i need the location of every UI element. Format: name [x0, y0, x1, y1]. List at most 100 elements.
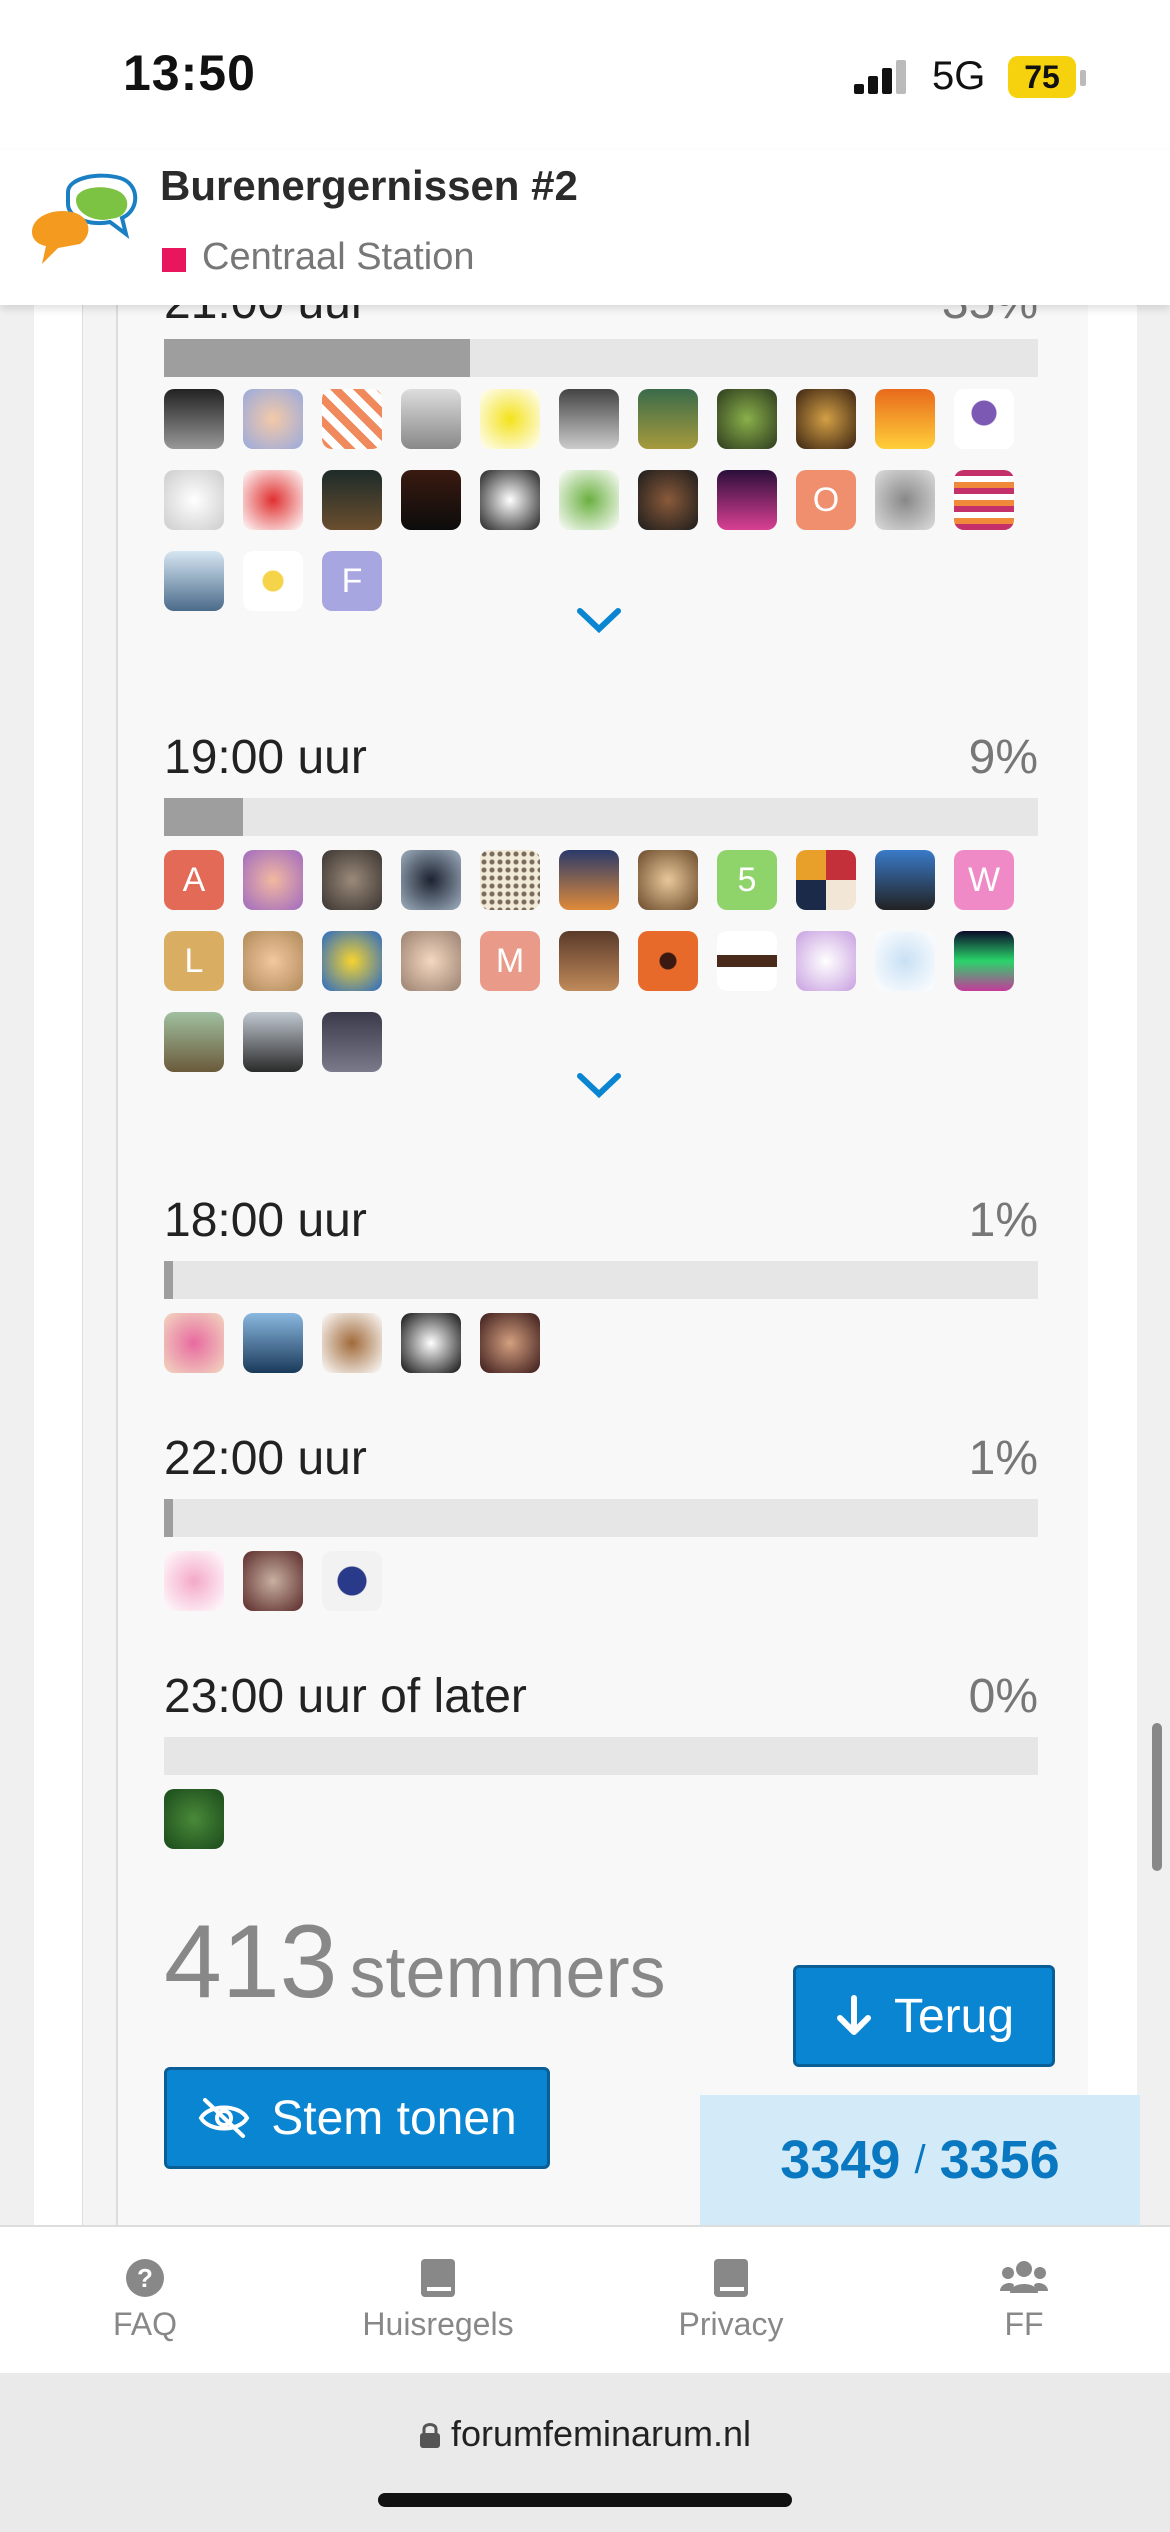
option-bar-fill — [164, 339, 470, 377]
voter-avatar[interactable] — [164, 389, 224, 449]
voter-avatar[interactable] — [559, 931, 619, 991]
topic-header[interactable]: Burenergernissen #2 Centraal Station — [0, 150, 1170, 305]
voter-avatar[interactable] — [164, 551, 224, 611]
show-vote-label: Stem tonen — [271, 2091, 517, 2145]
voter-avatar[interactable] — [164, 1551, 224, 1611]
voter-avatar[interactable] — [638, 931, 698, 991]
voter-avatar[interactable] — [796, 850, 856, 910]
voter-avatar[interactable] — [243, 850, 303, 910]
voter-avatar[interactable] — [164, 1313, 224, 1373]
voter-avatar[interactable] — [322, 1313, 382, 1373]
voter-avatar[interactable] — [638, 850, 698, 910]
voter-avatar[interactable]: W — [954, 850, 1014, 910]
voter-avatar[interactable] — [164, 470, 224, 530]
voter-avatar[interactable] — [401, 389, 461, 449]
voter-avatar[interactable] — [717, 931, 777, 991]
forum-logo-icon[interactable] — [28, 172, 143, 282]
svg-text:?: ? — [137, 2263, 153, 2293]
voter-avatar[interactable] — [796, 931, 856, 991]
back-button[interactable]: Terug — [793, 1965, 1055, 2067]
voter-avatar[interactable] — [322, 931, 382, 991]
voter-avatar[interactable] — [875, 931, 935, 991]
option-percentage: 35% — [942, 305, 1038, 330]
voter-avatar[interactable] — [480, 1313, 540, 1373]
category-color-badge — [162, 248, 186, 272]
voter-avatar[interactable] — [322, 850, 382, 910]
voter-avatar[interactable] — [164, 1012, 224, 1072]
voter-avatar[interactable] — [559, 470, 619, 530]
voter-avatar[interactable] — [322, 1012, 382, 1072]
voter-avatar[interactable] — [401, 470, 461, 530]
nav-rules[interactable]: Huisregels — [338, 2257, 538, 2343]
voter-avatar[interactable] — [322, 1551, 382, 1611]
option-percentage: 0% — [968, 1670, 1038, 1723]
voter-avatar[interactable] — [559, 389, 619, 449]
chevron-down-icon[interactable] — [574, 1070, 624, 1100]
voter-avatar[interactable] — [875, 470, 935, 530]
option-bar-fill — [164, 1261, 173, 1299]
voter-avatar[interactable] — [164, 1789, 224, 1849]
option-percentage: 1% — [968, 1432, 1038, 1485]
voter-avatar[interactable] — [717, 389, 777, 449]
book-icon — [714, 2259, 748, 2297]
post-content: 21:00 uur 35% O — [0, 305, 1170, 2225]
nav-privacy[interactable]: Privacy — [631, 2257, 831, 2343]
status-time: 13:50 — [123, 45, 256, 101]
url-bar[interactable]: forumfeminarum.nl — [0, 2413, 1170, 2455]
show-vote-button[interactable]: Stem tonen — [164, 2067, 550, 2169]
topic-title[interactable]: Burenergernissen #2 — [160, 162, 578, 210]
voter-avatar[interactable] — [638, 389, 698, 449]
nav-ff[interactable]: FF — [924, 2257, 1124, 2343]
option-bar — [164, 1261, 1038, 1299]
battery-icon: 75 — [1008, 56, 1076, 98]
option-bar — [164, 1499, 1038, 1537]
voter-avatar[interactable] — [243, 931, 303, 991]
voter-avatar[interactable] — [401, 850, 461, 910]
voter-avatar[interactable] — [243, 1313, 303, 1373]
option-label: 18:00 uur — [164, 1194, 367, 1247]
category-link[interactable]: Centraal Station — [202, 236, 475, 279]
signal-icon — [854, 60, 906, 94]
chevron-down-icon[interactable] — [574, 605, 624, 635]
voter-avatar[interactable] — [243, 1012, 303, 1072]
voter-avatar[interactable] — [480, 389, 540, 449]
voter-avatar[interactable] — [322, 470, 382, 530]
option-bar-fill — [164, 798, 243, 836]
battery-cap — [1080, 70, 1086, 86]
voter-avatar[interactable]: A — [164, 850, 224, 910]
voter-avatar[interactable] — [243, 470, 303, 530]
voter-avatar[interactable] — [717, 470, 777, 530]
voter-avatar[interactable]: F — [322, 551, 382, 611]
voter-avatar[interactable] — [480, 470, 540, 530]
voter-avatar[interactable] — [954, 389, 1014, 449]
voter-avatar[interactable] — [954, 470, 1014, 530]
post-counter[interactable]: 3349 / 3356 — [700, 2095, 1140, 2225]
home-indicator[interactable] — [378, 2493, 792, 2507]
voter-avatar[interactable] — [243, 389, 303, 449]
voter-avatar[interactable] — [401, 931, 461, 991]
voter-avatar[interactable] — [559, 850, 619, 910]
current-post-number: 3349 — [780, 2130, 901, 2190]
voter-avatar[interactable] — [480, 850, 540, 910]
voter-avatar[interactable] — [638, 470, 698, 530]
voter-avatar[interactable] — [322, 389, 382, 449]
voter-avatar[interactable] — [875, 389, 935, 449]
voter-avatar[interactable]: M — [480, 931, 540, 991]
option-bar — [164, 1737, 1038, 1775]
voter-avatar[interactable]: L — [164, 931, 224, 991]
scrollbar-thumb[interactable] — [1152, 1723, 1162, 1871]
status-bar: 13:50 5G 75 — [0, 0, 1170, 150]
voter-avatar[interactable] — [875, 850, 935, 910]
voter-avatar[interactable] — [796, 389, 856, 449]
network-label: 5G — [932, 54, 986, 98]
voter-avatar[interactable]: O — [796, 470, 856, 530]
nav-faq[interactable]: ? FAQ — [45, 2257, 245, 2343]
option-label: 22:00 uur — [164, 1432, 367, 1485]
voter-avatar[interactable] — [243, 1551, 303, 1611]
voter-avatar[interactable] — [954, 931, 1014, 991]
voter-avatar[interactable] — [243, 551, 303, 611]
option-label: 19:00 uur — [164, 731, 367, 784]
voter-avatar[interactable]: 5 — [717, 850, 777, 910]
users-icon — [1000, 2261, 1048, 2293]
voter-avatar[interactable] — [401, 1313, 461, 1373]
